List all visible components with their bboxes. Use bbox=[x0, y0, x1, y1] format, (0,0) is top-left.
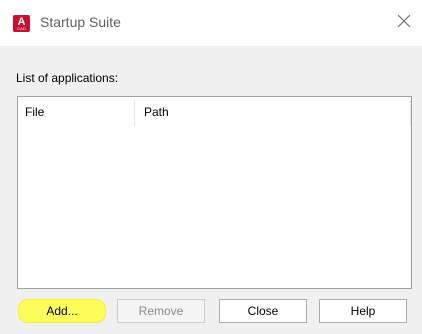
autocad-app-icon: A CAD bbox=[13, 15, 30, 32]
close-icon[interactable] bbox=[394, 11, 414, 31]
title-bar[interactable]: A CAD Startup Suite bbox=[0, 0, 422, 46]
add-button[interactable]: Add... bbox=[18, 299, 106, 323]
app-icon-subtext: CAD bbox=[17, 26, 26, 31]
close-button[interactable]: Close bbox=[219, 299, 307, 323]
column-separator[interactable] bbox=[410, 100, 411, 126]
window-title: Startup Suite bbox=[40, 14, 121, 30]
applications-list[interactable]: File Path bbox=[17, 96, 412, 289]
startup-suite-dialog: A CAD Startup Suite List of applications… bbox=[0, 0, 422, 334]
remove-button[interactable]: Remove bbox=[117, 299, 205, 323]
column-separator[interactable] bbox=[134, 100, 135, 126]
list-of-applications-label: List of applications: bbox=[16, 71, 119, 85]
help-button[interactable]: Help bbox=[319, 299, 407, 323]
close-icon-glyph bbox=[397, 14, 411, 28]
column-header-path[interactable]: Path bbox=[144, 97, 169, 128]
column-header-file[interactable]: File bbox=[25, 97, 44, 128]
